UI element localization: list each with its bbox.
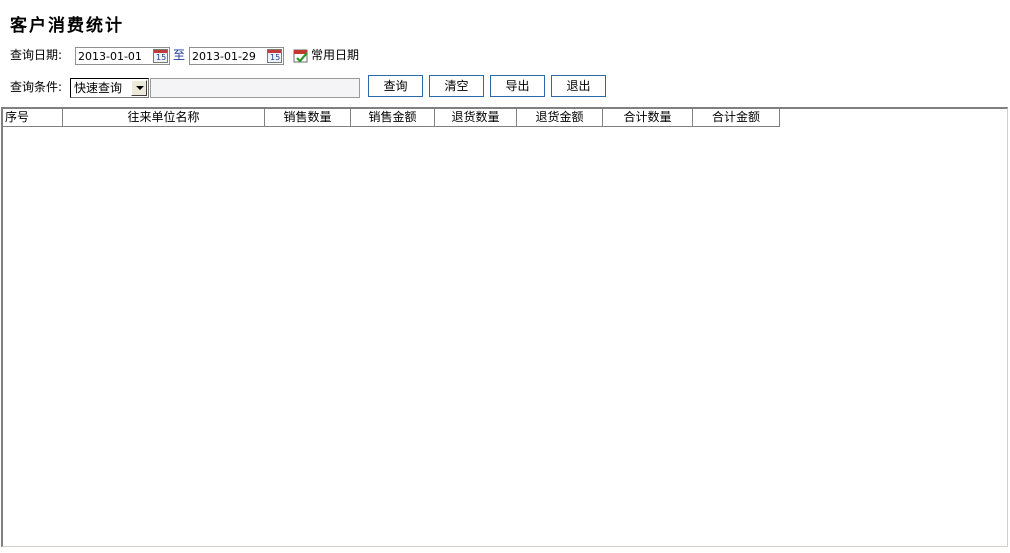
column-header-index[interactable]: 序号 bbox=[3, 109, 63, 126]
query-date-label: 查询日期: bbox=[10, 48, 63, 62]
column-header-sales-qty[interactable]: 销售数量 bbox=[265, 109, 351, 126]
calendar-check-icon[interactable] bbox=[293, 48, 309, 64]
column-header-total-qty[interactable]: 合计数量 bbox=[603, 109, 693, 126]
date-to-label: 至 bbox=[173, 48, 186, 62]
calendar-icon[interactable]: 15 bbox=[153, 49, 168, 63]
column-header-return-qty[interactable]: 退货数量 bbox=[435, 109, 517, 126]
column-header-total-amount[interactable]: 合计金额 bbox=[693, 109, 780, 126]
chevron-down-icon[interactable] bbox=[131, 80, 147, 96]
keyword-input[interactable] bbox=[150, 78, 360, 98]
query-button[interactable]: 查询 bbox=[368, 75, 423, 97]
common-date-label[interactable]: 常用日期 bbox=[311, 45, 359, 65]
page: 客户消费统计 查询日期: 2013-01-01 15 至 2013-01-29 … bbox=[0, 0, 1010, 553]
end-date-value: 2013-01-29 bbox=[192, 50, 256, 63]
column-header-return-amount[interactable]: 退货金额 bbox=[517, 109, 603, 126]
clear-button[interactable]: 清空 bbox=[429, 75, 484, 97]
table-header: 序号 往来单位名称 销售数量 销售金额 退货数量 退货金额 合计数量 合计金额 bbox=[3, 109, 780, 127]
condition-select[interactable]: 快速查询 bbox=[70, 78, 149, 98]
column-header-partner-name[interactable]: 往来单位名称 bbox=[63, 109, 265, 126]
condition-select-value: 快速查询 bbox=[74, 81, 123, 95]
start-date-value: 2013-01-01 bbox=[78, 50, 142, 63]
start-date-field[interactable]: 2013-01-01 15 bbox=[75, 47, 170, 65]
exit-button[interactable]: 退出 bbox=[551, 75, 606, 97]
export-button[interactable]: 导出 bbox=[490, 75, 545, 97]
end-date-field[interactable]: 2013-01-29 15 bbox=[189, 47, 284, 65]
page-title: 客户消费统计 bbox=[10, 16, 124, 36]
data-grid[interactable]: 序号 往来单位名称 销售数量 销售金额 退货数量 退货金额 合计数量 合计金额 bbox=[1, 107, 1008, 547]
query-condition-label: 查询条件: bbox=[10, 80, 63, 94]
column-header-sales-amount[interactable]: 销售金额 bbox=[351, 109, 435, 126]
calendar-icon[interactable]: 15 bbox=[267, 49, 282, 63]
